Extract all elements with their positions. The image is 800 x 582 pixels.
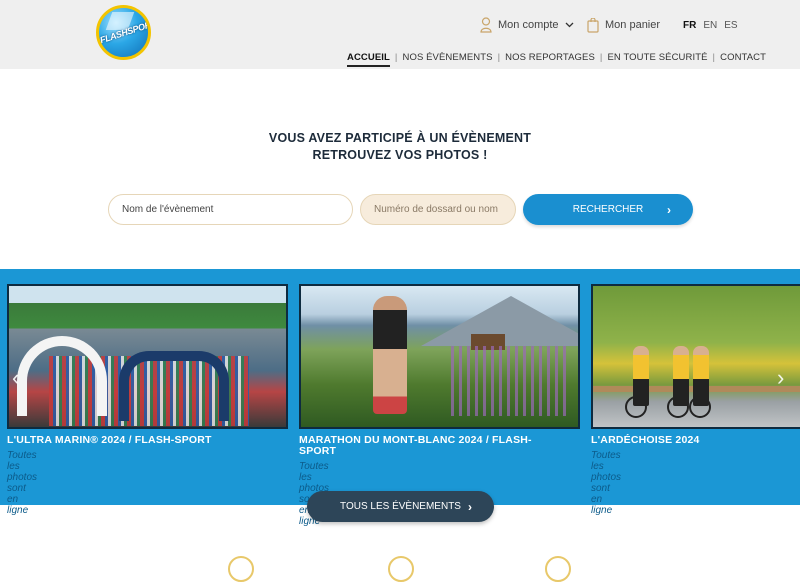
chevron-right-icon: ›: [667, 203, 671, 217]
nav-contact[interactable]: CONTACT: [720, 52, 766, 63]
user-icon: [480, 17, 492, 33]
nav-evenements[interactable]: NOS ÉVÈNEMENTS: [403, 52, 493, 63]
chevron-right-icon: ›: [468, 500, 472, 514]
chevron-left-icon[interactable]: ‹: [12, 365, 19, 391]
wheel: [625, 396, 647, 418]
event-title[interactable]: MARATHON DU MONT-BLANC 2024 / FLASH-SPOR…: [299, 435, 559, 457]
event-subtitle: Toutes les photos sont en ligne: [591, 450, 622, 516]
nav-separator: |: [599, 52, 603, 63]
all-events-button[interactable]: TOUS LES ÉVÈNEMENTS ›: [307, 491, 494, 522]
wheel: [667, 396, 689, 418]
lang-en[interactable]: EN: [703, 20, 717, 31]
hero-title-line2: RETROUVEZ VOS PHOTOS !: [312, 148, 488, 162]
event-name-placeholder: Nom de l'évènement: [122, 204, 214, 215]
bib-number-placeholder: Numéro de dossard ou nom: [374, 204, 498, 215]
bottom-feature-icons: [0, 556, 800, 582]
lang-fr[interactable]: FR: [683, 20, 696, 31]
runner: [373, 296, 407, 414]
language-switcher: FR EN ES: [683, 20, 738, 31]
cart-link[interactable]: Mon panier: [587, 16, 660, 34]
event-photo-ultra-marin: [9, 286, 286, 427]
wheel: [689, 396, 711, 418]
event-name-input[interactable]: Nom de l'évènement: [108, 194, 353, 225]
nav-separator: |: [497, 52, 501, 63]
nav-accueil[interactable]: ACCUEIL: [347, 52, 390, 67]
event-title[interactable]: L'ULTRA MARIN® 2024 / FLASH-SPORT: [7, 435, 288, 446]
feature-circle: [388, 556, 414, 582]
cart-label: Mon panier: [605, 19, 661, 31]
all-events-label: TOUS LES ÉVÈNEMENTS: [340, 501, 461, 512]
nav-separator: |: [712, 52, 716, 63]
feature-circle: [545, 556, 571, 582]
site-header: FLASHSPORT Mon compte Mon panier FR EN E…: [0, 0, 800, 69]
account-label: Mon compte: [498, 19, 559, 31]
nav-separator: |: [394, 52, 398, 63]
flashsport-logo[interactable]: FLASHSPORT: [96, 5, 151, 60]
bib-number-input[interactable]: Numéro de dossard ou nom: [360, 194, 516, 225]
event-subtitle: Toutes les photos sont en ligne: [7, 450, 38, 516]
lang-es[interactable]: ES: [724, 20, 737, 31]
start-arch: [119, 351, 229, 421]
main-nav: ACCUEIL | NOS ÉVÈNEMENTS | NOS REPORTAGE…: [347, 52, 766, 67]
hero-title: VOUS AVEZ PARTICIPÉ À UN ÉVÈNEMENT RETRO…: [0, 130, 800, 164]
nav-reportages[interactable]: NOS REPORTAGES: [505, 52, 595, 63]
cart-icon: [587, 17, 599, 33]
chevron-right-icon[interactable]: ›: [777, 365, 784, 391]
hero-title-line1: VOUS AVEZ PARTICIPÉ À UN ÉVÈNEMENT: [268, 131, 532, 145]
event-photo[interactable]: [591, 284, 800, 429]
finish-arch: [17, 336, 107, 416]
event-title[interactable]: L'ARDÉCHOISE 2024: [591, 435, 791, 446]
search-button[interactable]: RECHERCHER ›: [523, 194, 693, 225]
flowers: [451, 346, 571, 416]
feature-circle: [228, 556, 254, 582]
account-menu[interactable]: Mon compte: [480, 16, 574, 34]
event-photo[interactable]: [299, 284, 580, 429]
event-photo-ardechoise: [593, 286, 800, 427]
chevron-down-icon: [565, 22, 573, 28]
search-button-label: RECHERCHER: [572, 204, 644, 215]
nav-securite[interactable]: EN TOUTE SÉCURITÉ: [607, 52, 707, 63]
event-photo-mont-blanc: [301, 286, 578, 427]
event-photo[interactable]: [7, 284, 288, 429]
